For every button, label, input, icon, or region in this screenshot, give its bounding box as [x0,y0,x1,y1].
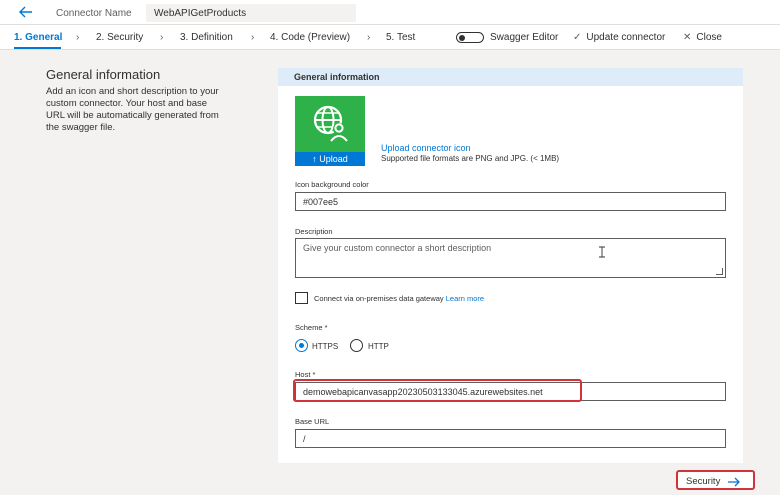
chevron-right-icon: › [367,32,371,43]
swagger-editor-label[interactable]: Swagger Editor [490,32,558,43]
upload-button-label: Upload [319,154,348,164]
card-header-title: General information [294,72,380,82]
description-placeholder: Give your custom connector a short descr… [303,243,492,253]
connector-name-input[interactable]: WebAPIGetProducts [146,4,356,22]
description-textarea[interactable]: Give your custom connector a short descr… [295,238,726,278]
chevron-right-icon: › [160,32,164,43]
section-description: Add an icon and short description to you… [46,86,219,133]
scheme-label: Scheme * [295,323,328,332]
scheme-https-radio[interactable] [295,339,308,352]
description-label: Description [295,227,333,236]
scheme-http-radio[interactable] [350,339,363,352]
tab-general[interactable]: 1. General [14,32,62,43]
active-tab-indicator [14,47,61,49]
header-bar: Connector Name WebAPIGetProducts [0,0,780,25]
gateway-checkbox-label: Connect via on-premises data gateway Lea… [314,294,484,303]
scheme-http-label: HTTP [368,342,389,351]
swagger-editor-toggle[interactable] [456,32,484,43]
base-url-input[interactable]: / [295,429,726,448]
upload-arrow-icon: ↑ [312,154,317,164]
general-info-card: General information ↑ Upload Upload conn… [278,68,743,463]
globe-user-icon [313,105,348,142]
gateway-text: Connect via on-premises data gateway [314,294,444,303]
learn-more-link[interactable]: Learn more [446,294,484,303]
chevron-right-icon: › [76,32,80,43]
security-button-label: Security [686,476,721,487]
arrow-right-icon [728,477,740,487]
gateway-checkbox[interactable] [295,292,308,304]
host-label: Host * [295,370,316,379]
connector-name-label: Connector Name [56,8,132,19]
tab-definition[interactable]: 3. Definition [180,32,233,43]
base-url-label: Base URL [295,417,330,426]
close-button[interactable]: ✕ Close [683,32,722,43]
close-icon: ✕ [683,32,692,43]
security-next-button[interactable]: Security [676,470,755,490]
text-cursor-icon [599,246,605,258]
tab-security[interactable]: 2. Security [96,32,143,43]
icon-bg-color-input[interactable]: #007ee5 [295,192,726,211]
chevron-right-icon: › [251,32,255,43]
section-title: General information [46,67,161,82]
toggle-knob [459,34,465,41]
checkmark-icon: ✓ [573,32,582,43]
upload-button[interactable]: ↑ Upload [295,152,365,166]
tab-test[interactable]: 5. Test [386,32,415,43]
scheme-https-label: HTTPS [312,342,339,351]
resize-handle[interactable] [716,268,723,275]
icon-bg-color-label: Icon background color [295,180,369,189]
upload-format-note: Supported file formats are PNG and JPG. … [381,154,560,163]
update-connector-label: Update connector [586,32,666,43]
back-arrow-icon[interactable] [18,4,34,20]
update-connector-button[interactable]: ✓ Update connector [573,32,665,43]
card-header: General information [278,68,743,86]
host-highlight-box [293,379,582,402]
tab-bar: 1. General › 2. Security › 3. Definition… [0,25,780,50]
tab-code-preview[interactable]: 4. Code (Preview) [270,32,350,43]
upload-connector-icon-link[interactable]: Upload connector icon [381,143,471,153]
close-label: Close [696,32,722,43]
